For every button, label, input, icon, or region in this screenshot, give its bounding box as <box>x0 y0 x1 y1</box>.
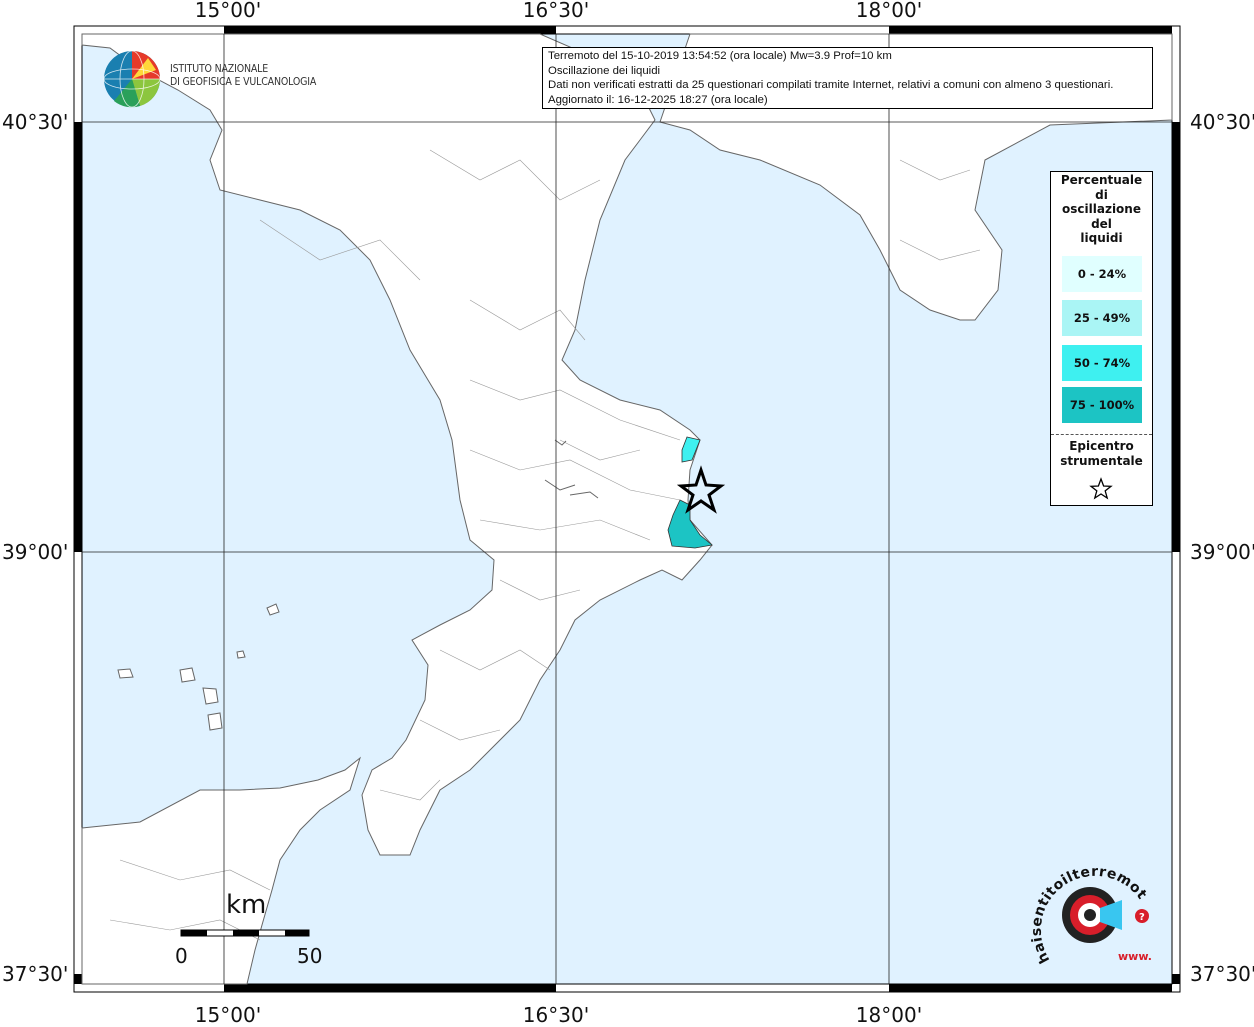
legend-title-line: di <box>1095 187 1108 202</box>
logo-line-2: DI GEOFISICA E VULCANOLOGIA <box>170 76 317 88</box>
lon-tick-top-2: 16°30' <box>522 0 590 22</box>
site-logo-www: www. <box>1118 950 1152 963</box>
legend-item-75-100: 75 - 100% <box>1062 387 1142 423</box>
lat-tick-left-2: 39°00' <box>2 540 69 564</box>
haisentitoilterremoto-logo: haisentitoilterremoto.it ? www. <box>1030 860 1152 966</box>
ingv-logo: ISTITUTO NAZIONALE DI GEOFISICA E VULCAN… <box>100 48 316 110</box>
legend-item-50-74: 50 - 74% <box>1062 345 1142 381</box>
update-time: Aggiornato il: 16-12-2025 18:27 (ora loc… <box>548 93 768 106</box>
lon-tick-top-1: 15°00' <box>194 0 262 22</box>
legend-title-line: Percentuale <box>1060 173 1143 187</box>
event-info-box: Terremoto del 15-10-2019 13:54:52 (ora l… <box>542 47 1153 109</box>
lon-tick-bottom-3: 18°00' <box>855 1003 923 1027</box>
scale-unit: km <box>226 890 267 920</box>
globe-icon <box>103 50 161 108</box>
scale-bar <box>180 929 310 937</box>
lon-tick-bottom-1: 15°00' <box>194 1003 262 1027</box>
legend-title-line: del <box>1091 216 1112 231</box>
data-note: Dati non verificati estratti da 25 quest… <box>548 79 1114 91</box>
legend: Percentuale di oscillazione del liquidi … <box>1050 171 1153 506</box>
lat-tick-left-1: 40°30' <box>2 110 69 134</box>
legend-title-line: liquidi <box>1080 231 1123 245</box>
legend-item-0-24: 0 - 24% <box>1062 256 1142 292</box>
svg-text:?: ? <box>1139 912 1145 923</box>
scale-label-start: 0 <box>175 944 188 968</box>
lat-tick-right-2: 39°00' <box>1190 540 1254 564</box>
map-subject: Oscillazione dei liquidi <box>548 64 661 77</box>
lon-tick-bottom-2: 16°30' <box>522 1003 590 1027</box>
legend-item-25-49: 25 - 49% <box>1062 300 1142 336</box>
event-title: Terremoto del 15-10-2019 13:54:52 (ora l… <box>548 50 892 62</box>
star-icon <box>1089 477 1113 500</box>
legend-title: Percentuale di oscillazione del liquidi <box>1051 173 1152 246</box>
legend-divider <box>1051 434 1152 435</box>
legend-title-line: oscillazione <box>1062 202 1141 216</box>
logo-line-1: ISTITUTO NAZIONALE <box>170 63 269 75</box>
lat-tick-left-3: 37°30' <box>2 962 69 986</box>
lon-tick-top-3: 18°00' <box>855 0 923 22</box>
legend-epicenter-label: Epicentro strumentale <box>1051 439 1152 469</box>
scale-label-end: 50 <box>297 944 323 968</box>
lat-tick-right-1: 40°30' <box>1190 110 1254 134</box>
legend-epicenter-line: Epicentro <box>1069 439 1134 453</box>
legend-epicenter-line: strumentale <box>1060 454 1143 468</box>
lat-tick-right-3: 37°30' <box>1190 962 1254 986</box>
